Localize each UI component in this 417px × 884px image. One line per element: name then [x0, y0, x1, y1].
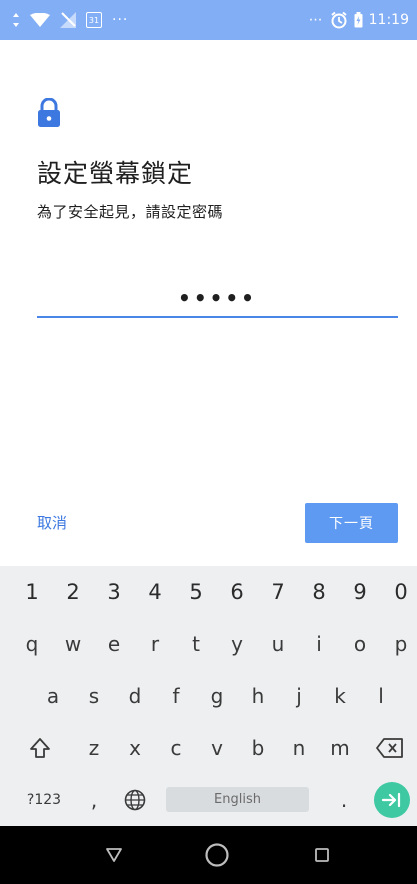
keyboard-bottom-row: ?123 , English .	[0, 774, 417, 826]
key-p[interactable]: p	[386, 618, 416, 670]
key-e[interactable]: e	[99, 618, 129, 670]
key-j[interactable]: j	[284, 670, 314, 722]
clock-time: 11:19	[368, 12, 409, 28]
key-9[interactable]: 9	[345, 566, 375, 618]
alarm-icon	[330, 11, 348, 29]
keyboard-row-3: z x c v b n m	[0, 722, 417, 774]
backspace-icon[interactable]	[370, 722, 410, 774]
status-right: ⋯ 11:19	[309, 0, 409, 40]
key-s[interactable]: s	[79, 670, 109, 722]
key-b[interactable]: b	[243, 722, 273, 774]
key-2[interactable]: 2	[58, 566, 88, 618]
key-t[interactable]: t	[181, 618, 211, 670]
globe-icon[interactable]	[120, 774, 150, 826]
key-d[interactable]: d	[120, 670, 150, 722]
key-8[interactable]: 8	[304, 566, 334, 618]
password-input[interactable]	[37, 285, 398, 311]
key-comma[interactable]: ,	[82, 774, 106, 826]
key-period[interactable]: .	[332, 774, 356, 826]
signal-icon	[12, 13, 20, 27]
key-5[interactable]: 5	[181, 566, 211, 618]
next-arrow-icon[interactable]	[374, 782, 410, 818]
next-button[interactable]: 下一頁	[305, 503, 398, 543]
key-i[interactable]: i	[304, 618, 334, 670]
key-o[interactable]: o	[345, 618, 375, 670]
key-r[interactable]: r	[140, 618, 170, 670]
back-icon[interactable]	[99, 840, 129, 870]
shift-icon[interactable]	[22, 722, 58, 774]
key-3[interactable]: 3	[99, 566, 129, 618]
page-title: 設定螢幕鎖定	[37, 159, 194, 188]
battery-icon	[354, 12, 363, 28]
keyboard-number-row: 1 2 3 4 5 6 7 8 9 0	[0, 566, 417, 618]
key-f[interactable]: f	[161, 670, 191, 722]
cancel-button[interactable]: 取消	[37, 512, 67, 533]
navigation-bar	[0, 826, 417, 884]
more-dots-icon: ···	[112, 12, 129, 28]
key-l[interactable]: l	[366, 670, 396, 722]
key-6[interactable]: 6	[222, 566, 252, 618]
symbols-key[interactable]: ?123	[20, 774, 68, 826]
soft-keyboard: 1 2 3 4 5 6 7 8 9 0 q w e r t y u i o p …	[0, 566, 417, 826]
recents-icon[interactable]	[307, 840, 337, 870]
status-bar: 31 ··· ⋯ 11:19	[0, 0, 417, 40]
key-x[interactable]: x	[120, 722, 150, 774]
key-h[interactable]: h	[243, 670, 273, 722]
key-q[interactable]: q	[17, 618, 47, 670]
key-z[interactable]: z	[79, 722, 109, 774]
key-1[interactable]: 1	[17, 566, 47, 618]
key-0[interactable]: 0	[386, 566, 416, 618]
page-subtitle: 為了安全起見，請設定密碼	[37, 203, 224, 221]
key-w[interactable]: w	[58, 618, 88, 670]
status-left-icons: 31 ···	[12, 0, 128, 40]
key-7[interactable]: 7	[263, 566, 293, 618]
calendar-icon: 31	[86, 12, 102, 28]
key-v[interactable]: v	[202, 722, 232, 774]
key-g[interactable]: g	[202, 670, 232, 722]
key-u[interactable]: u	[263, 618, 293, 670]
wifi-icon	[30, 13, 50, 27]
key-4[interactable]: 4	[140, 566, 170, 618]
key-a[interactable]: a	[38, 670, 68, 722]
key-y[interactable]: y	[222, 618, 252, 670]
keyboard-row-2: a s d f g h j k l	[0, 670, 417, 722]
password-field[interactable]	[37, 280, 398, 318]
lock-icon	[37, 97, 61, 128]
key-m[interactable]: m	[325, 722, 355, 774]
space-key[interactable]: English	[166, 787, 309, 812]
home-icon[interactable]	[202, 840, 232, 870]
keyboard-row-1: q w e r t y u i o p	[0, 618, 417, 670]
key-k[interactable]: k	[325, 670, 355, 722]
no-sim-icon	[60, 12, 76, 28]
notification-dots: ⋯	[308, 12, 324, 28]
key-c[interactable]: c	[161, 722, 191, 774]
key-n[interactable]: n	[284, 722, 314, 774]
